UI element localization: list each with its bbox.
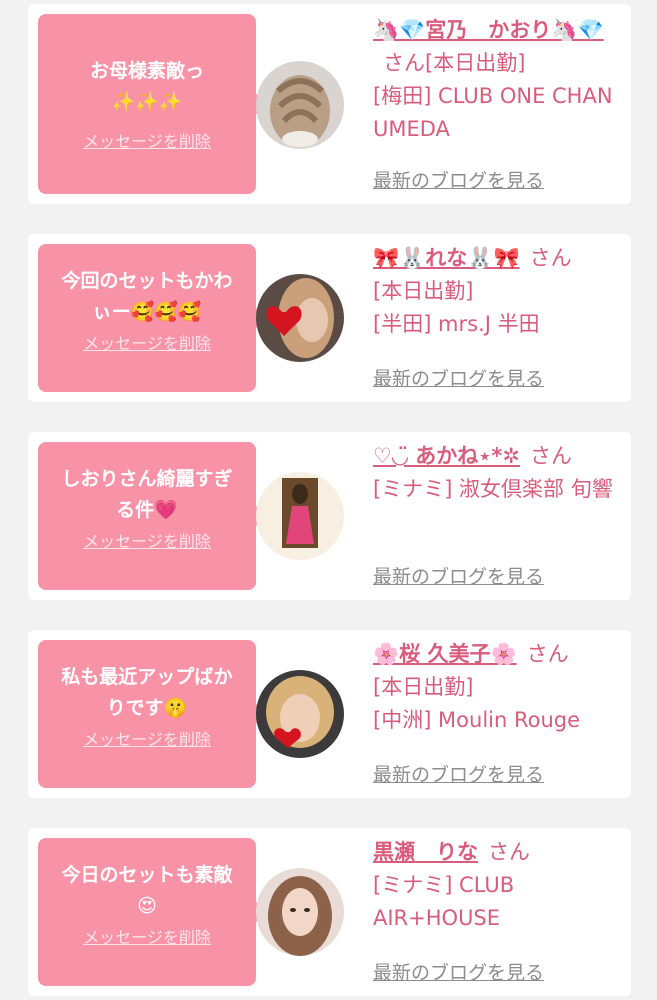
avatar[interactable]: [256, 472, 344, 560]
status-label: [本日出勤]: [425, 51, 526, 75]
message-card: 私も最近アップばかりです🤫 メッセージを削除 🌸桜 久美子🌸 さん [本日出勤] …: [28, 630, 631, 798]
honorific: さん: [529, 246, 572, 270]
delete-message-link[interactable]: メッセージを削除: [83, 330, 211, 354]
selfie-heart-portrait-icon: [256, 670, 344, 758]
cast-name-link[interactable]: ♡◡̈ あかね⋆*✲: [373, 444, 520, 468]
message-bubble: 私も最近アップばかりです🤫 メッセージを削除: [38, 640, 266, 788]
cast-info: 🌸桜 久美子🌸 さん [本日出勤] [中洲] Moulin Rouge: [373, 638, 623, 737]
message-card: 今回のセットもかわぃー🥰🥰🥰 メッセージを削除 🎀🐰れな🐰🎀 さん [本日出勤] …: [28, 234, 631, 402]
honorific: さん: [488, 840, 530, 864]
status-label: [本日出勤]: [373, 675, 474, 699]
cast-name-link[interactable]: 🦄💎宮乃 かおり🦄💎: [373, 18, 604, 42]
delete-message-link[interactable]: メッセージを削除: [83, 924, 211, 948]
latest-blog-link[interactable]: 最新のブログを見る: [373, 958, 544, 985]
honorific: さん: [530, 444, 573, 468]
latest-blog-link[interactable]: 最新のブログを見る: [373, 760, 544, 787]
message-card: 今日のセットも素敵😍 メッセージを削除 黒瀬 りな さん [ミナミ] CLUB A…: [28, 828, 631, 996]
avatar[interactable]: [256, 274, 344, 362]
pink-dress-photo-icon: [256, 472, 344, 560]
cast-info: 🎀🐰れな🐰🎀 さん [本日出勤] [半田] mrs.J 半田: [373, 242, 623, 341]
latest-blog-link[interactable]: 最新のブログを見る: [373, 166, 544, 193]
delete-message-link[interactable]: メッセージを削除: [83, 528, 211, 552]
avatar[interactable]: [256, 868, 344, 956]
wavy-hair-portrait-icon: [256, 868, 344, 956]
honorific: さん: [383, 51, 425, 75]
favorite-message-list: お母様素敵っ✨✨✨ メッセージを削除 🦄💎宮乃 かおり🦄💎さん[本日出勤] [梅…: [0, 0, 657, 1000]
cast-info: 黒瀬 りな さん [ミナミ] CLUB AIR+HOUSE: [373, 836, 623, 935]
message-bubble: お母様素敵っ✨✨✨ メッセージを削除: [38, 14, 266, 194]
heart-sticker-portrait-icon: [256, 274, 344, 362]
latest-blog-link[interactable]: 最新のブログを見る: [373, 364, 544, 391]
shop-label: [梅田] CLUB ONE CHAN UMEDA: [373, 84, 613, 141]
shop-label: [ミナミ] CLUB AIR+HOUSE: [373, 873, 515, 930]
message-text: お母様素敵っ✨✨✨: [89, 60, 204, 113]
cast-name-link[interactable]: 🎀🐰れな🐰🎀: [373, 246, 520, 270]
cast-name-link[interactable]: 黒瀬 りな: [373, 840, 478, 864]
cast-info: ♡◡̈ あかね⋆*✲ さん [ミナミ] 淑女倶楽部 旬響: [373, 440, 623, 506]
message-bubble: 今回のセットもかわぃー🥰🥰🥰 メッセージを削除: [38, 244, 266, 392]
message-text: 今日のセットも素敵😍: [61, 864, 233, 917]
message-text: 今回のセットもかわぃー🥰🥰🥰: [61, 270, 233, 323]
avatar[interactable]: [256, 670, 344, 758]
message-text: 私も最近アップばかりです🤫: [61, 666, 233, 719]
braided-hair-photo-icon: [256, 61, 344, 149]
message-card: お母様素敵っ✨✨✨ メッセージを削除 🦄💎宮乃 かおり🦄💎 さん[本日出勤] [梅…: [28, 4, 631, 204]
latest-blog-link[interactable]: 最新のブログを見る: [373, 562, 544, 589]
status-label: [本日出勤]: [373, 279, 474, 303]
shop-label: [ミナミ] 淑女倶楽部 旬響: [373, 477, 613, 501]
message-text: しおりさん綺麗すぎる件💗: [61, 468, 233, 521]
delete-message-link[interactable]: メッセージを削除: [83, 128, 211, 152]
shop-label: [中洲] Moulin Rouge: [373, 708, 581, 732]
cast-name-link[interactable]: 🌸桜 久美子🌸: [373, 642, 517, 666]
shop-label: [半田] mrs.J 半田: [373, 312, 540, 336]
message-bubble: しおりさん綺麗すぎる件💗 メッセージを削除: [38, 442, 266, 590]
message-bubble: 今日のセットも素敵😍 メッセージを削除: [38, 838, 266, 986]
cast-info: 🦄💎宮乃 かおり🦄💎 さん[本日出勤] [梅田] CLUB ONE CHAN UM…: [373, 14, 623, 146]
avatar[interactable]: [256, 61, 344, 149]
delete-message-link[interactable]: メッセージを削除: [83, 726, 211, 750]
message-card: しおりさん綺麗すぎる件💗 メッセージを削除 ♡◡̈ あかね⋆*✲ さん [ミナミ]…: [28, 432, 631, 600]
honorific: さん: [526, 642, 569, 666]
